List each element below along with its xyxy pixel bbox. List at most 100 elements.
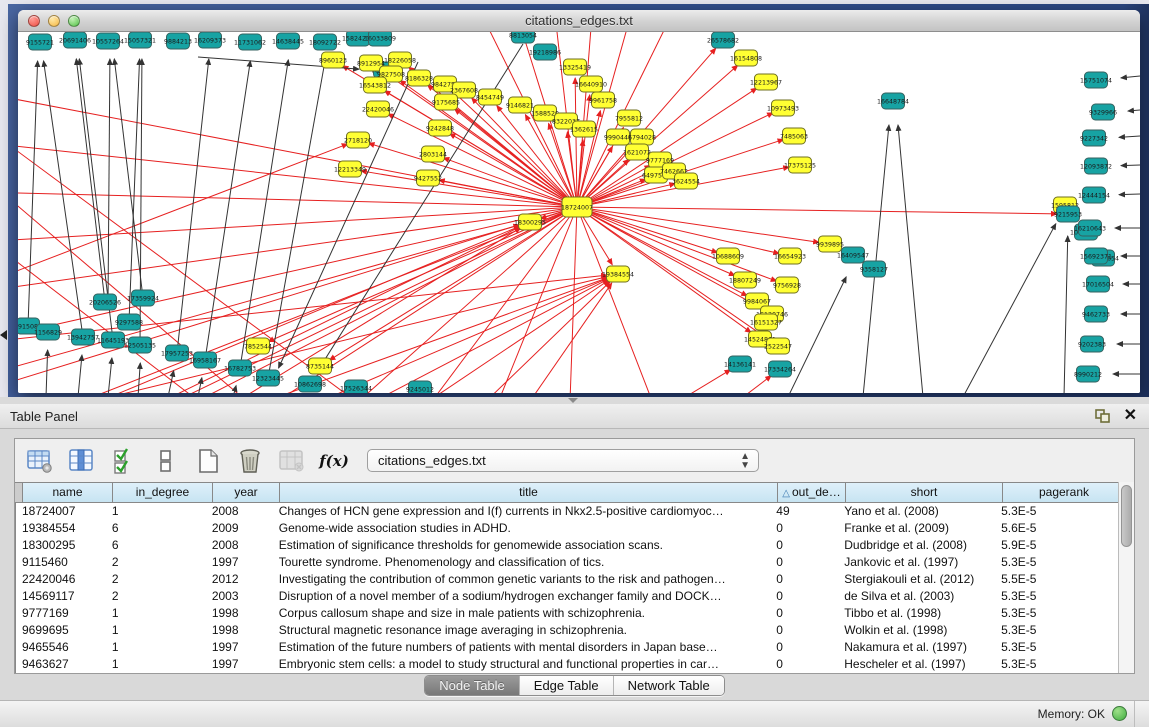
- table-cell[interactable]: Tourette syndrome. Phenomenology and cla…: [273, 554, 771, 571]
- table-row[interactable]: 969969511998Structural magnetic resonanc…: [16, 622, 1118, 639]
- table-cell[interactable]: 1: [106, 656, 206, 673]
- table-cell[interactable]: 0: [770, 622, 838, 639]
- graph-node[interactable]: 17359924: [127, 290, 159, 306]
- network-canvas[interactable]: 9155721206914061055726415057321988421316…: [18, 32, 1140, 393]
- graph-node[interactable]: 8186328: [405, 70, 433, 86]
- table-cell[interactable]: 0: [770, 571, 838, 588]
- graph-node[interactable]: 9227342: [1080, 130, 1108, 146]
- graph-node[interactable]: 16209373: [194, 32, 226, 48]
- table-cell[interactable]: Franke et al. (2009): [838, 520, 995, 537]
- graph-node[interactable]: 7485063: [780, 128, 808, 144]
- table-cell[interactable]: Yano et al. (2008): [838, 503, 995, 520]
- graph-node[interactable]: 12323445: [252, 370, 284, 386]
- table-cell[interactable]: 0: [770, 656, 838, 673]
- table-cell[interactable]: 6: [106, 520, 206, 537]
- window-titlebar[interactable]: citations_edges.txt: [18, 10, 1140, 32]
- column-header-pagerank[interactable]: pagerank: [1003, 482, 1126, 503]
- table-cell[interactable]: 5.3E-5: [995, 622, 1118, 639]
- table-cell[interactable]: 5.3E-5: [995, 503, 1118, 520]
- table-cell[interactable]: 1: [106, 605, 206, 622]
- graph-node[interactable]: 8735144: [306, 358, 334, 374]
- table-cell[interactable]: 1997: [206, 554, 273, 571]
- graph-node[interactable]: 16543812: [359, 77, 391, 93]
- graph-node[interactable]: 11731062: [234, 34, 266, 50]
- table-row[interactable]: 2242004622012Investigating the contribut…: [16, 571, 1118, 588]
- graph-node[interactable]: 12505135: [124, 337, 156, 353]
- table-cell[interactable]: Structural magnetic resonance image aver…: [273, 622, 771, 639]
- graph-node[interactable]: 8960123: [319, 52, 347, 68]
- graph-node[interactable]: 2522547: [764, 338, 792, 354]
- column-header-year[interactable]: year: [213, 482, 280, 503]
- table-row[interactable]: 1830029562008Estimation of significance …: [16, 537, 1118, 554]
- table-cell[interactable]: 22420046: [16, 571, 106, 588]
- table-cell[interactable]: 49: [770, 503, 838, 520]
- graph-node[interactable]: 9146821: [506, 97, 534, 113]
- graph-node[interactable]: 16151327: [750, 314, 782, 330]
- table-cell[interactable]: 1: [106, 622, 206, 639]
- graph-node[interactable]: 9961758: [589, 92, 617, 108]
- table-cell[interactable]: 0: [770, 554, 838, 571]
- graph-node[interactable]: 7955812: [615, 110, 643, 126]
- table-scrollbar[interactable]: [1118, 482, 1134, 673]
- graph-node[interactable]: 9242848: [426, 120, 454, 136]
- graph-node[interactable]: 16640910: [575, 76, 607, 92]
- table-cell[interactable]: 0: [770, 588, 838, 605]
- tab-network-table[interactable]: Network Table: [614, 676, 724, 695]
- table-cell[interactable]: Nakamura et al. (1997): [838, 639, 995, 656]
- graph-node[interactable]: 16154808: [730, 50, 762, 66]
- scrollbar-thumb[interactable]: [1121, 485, 1132, 547]
- table-cell[interactable]: 1998: [206, 605, 273, 622]
- graph-node[interactable]: 12093872: [1080, 158, 1112, 174]
- table-cell[interactable]: Changes of HCN gene expression and I(f) …: [273, 503, 771, 520]
- table-row[interactable]: 946554611997Estimation of the future num…: [16, 639, 1118, 656]
- table-row[interactable]: 946362711997Embryonic stem cells: a mode…: [16, 656, 1118, 673]
- graph-node[interactable]: 9358127: [860, 261, 888, 277]
- graph-node[interactable]: 17016504: [1082, 276, 1114, 292]
- table-cell[interactable]: 18300295: [16, 537, 106, 554]
- column-header-name[interactable]: name: [23, 482, 113, 503]
- graph-node[interactable]: 15751074: [1080, 72, 1112, 88]
- table-cell[interactable]: 9115460: [16, 554, 106, 571]
- graph-node[interactable]: 9884213: [164, 33, 192, 49]
- graph-node[interactable]: 9427552: [414, 170, 442, 186]
- table-cell[interactable]: 1: [106, 503, 206, 520]
- graph-node[interactable]: 10688609: [712, 248, 744, 264]
- table-cell[interactable]: 9777169: [16, 605, 106, 622]
- table-cell[interactable]: 5.3E-5: [995, 554, 1118, 571]
- table-row[interactable]: 977716911998Corpus callosum shape and si…: [16, 605, 1118, 622]
- graph-node[interactable]: 12444154: [1078, 187, 1110, 203]
- function-builder-icon[interactable]: f(x): [319, 446, 349, 476]
- table-cell[interactable]: 5.6E-5: [995, 520, 1118, 537]
- graph-node[interactable]: 12213967: [750, 74, 782, 90]
- table-cell[interactable]: Tibbo et al. (1998): [838, 605, 995, 622]
- graph-node[interactable]: 2803144: [419, 146, 447, 162]
- table-cell[interactable]: 2: [106, 588, 206, 605]
- graph-node[interactable]: 9939895: [816, 236, 844, 252]
- graph-node[interactable]: 1362615: [570, 121, 598, 137]
- column-header-out_de[interactable]: △out_de…: [778, 482, 846, 503]
- table-cell[interactable]: 14569117: [16, 588, 106, 605]
- table-cell[interactable]: 1: [106, 639, 206, 656]
- show-column-icon[interactable]: [67, 446, 97, 476]
- graph-node[interactable]: 15692371: [1080, 248, 1112, 264]
- graph-node[interactable]: 6794028: [628, 129, 656, 145]
- graph-node[interactable]: 19218986: [529, 44, 561, 60]
- table-cell[interactable]: Estimation of the future numbers of pati…: [273, 639, 771, 656]
- graph-node[interactable]: 18724007: [561, 197, 593, 217]
- graph-node[interactable]: 1156829: [34, 324, 62, 340]
- graph-node[interactable]: 20206526: [89, 294, 121, 310]
- table-cell[interactable]: 0: [770, 639, 838, 656]
- table-cell[interactable]: 0: [770, 537, 838, 554]
- table-cell[interactable]: 9463627: [16, 656, 106, 673]
- sidebar-collapse-arrow-icon[interactable]: [0, 330, 7, 340]
- table-row[interactable]: 1456911722003Disruption of a novel membe…: [16, 588, 1118, 605]
- graph-node[interactable]: 16033809: [364, 32, 396, 46]
- table-cell[interactable]: 1998: [206, 622, 273, 639]
- table-cell[interactable]: 2008: [206, 537, 273, 554]
- table-cell[interactable]: 6: [106, 537, 206, 554]
- tab-node-table[interactable]: Node Table: [425, 676, 520, 695]
- graph-node[interactable]: 9215953: [1054, 206, 1082, 222]
- new-table-icon[interactable]: [193, 446, 223, 476]
- table-cell[interactable]: 5.3E-5: [995, 639, 1118, 656]
- table-cell[interactable]: 2008: [206, 503, 273, 520]
